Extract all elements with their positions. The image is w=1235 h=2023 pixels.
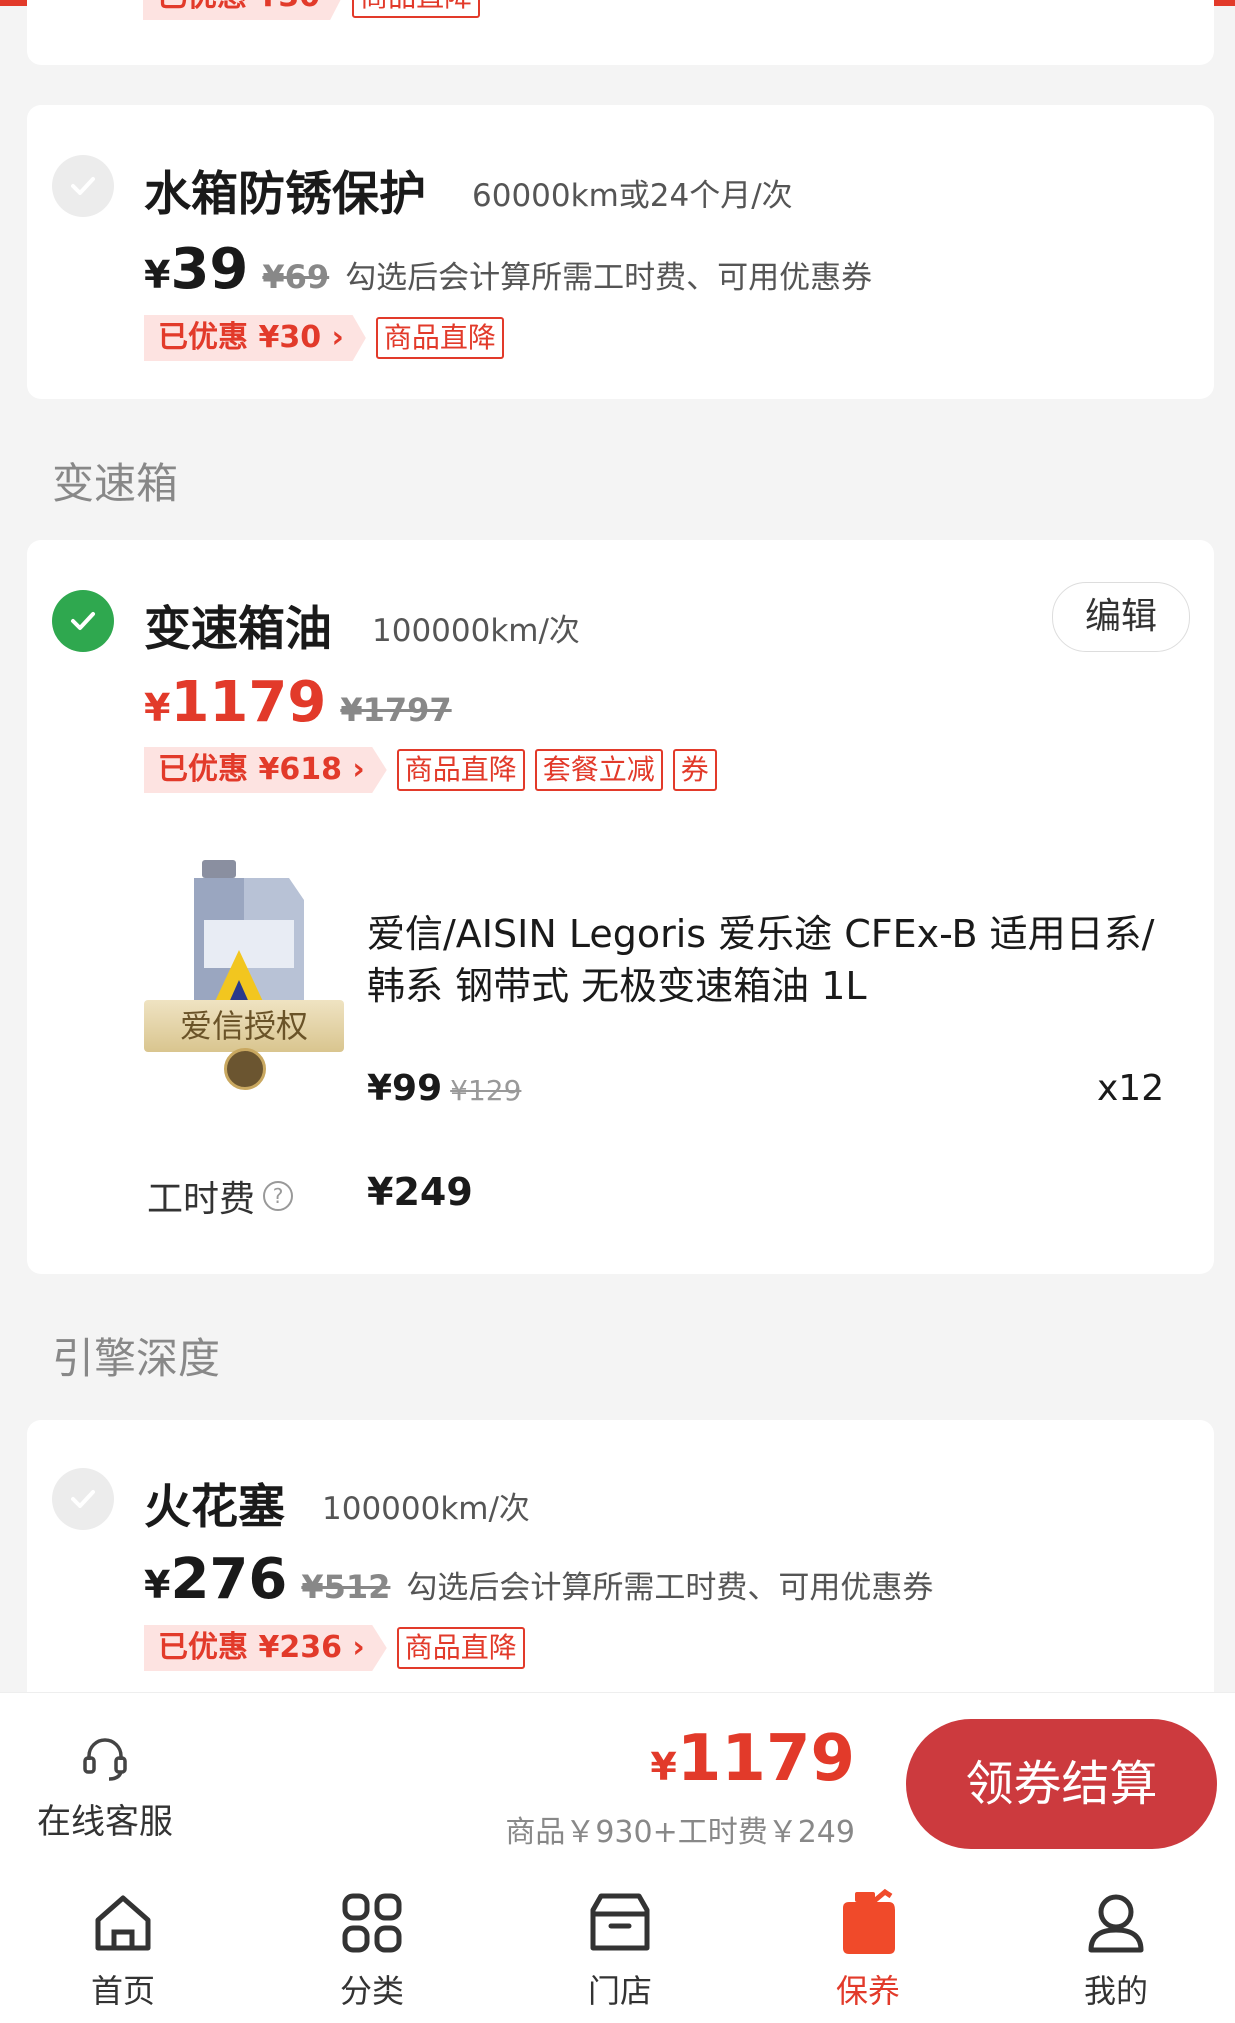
- section-header-transmission: 变速箱: [52, 459, 179, 508]
- labor-fee-price: ¥249: [367, 1170, 473, 1214]
- nav-store[interactable]: 门店: [560, 1888, 680, 2012]
- product-quantity: x12: [1097, 1068, 1165, 1109]
- original-price: ¥1797: [340, 691, 452, 729]
- divider: [0, 1692, 1235, 1693]
- user-icon: [1088, 1894, 1144, 1953]
- item-hint: 勾选后会计算所需工时费、可用优惠券: [345, 260, 873, 296]
- tag-direct-discount: 商品直降: [352, 0, 481, 18]
- item-interval: 100000km/次: [322, 1491, 530, 1527]
- check-icon: [71, 612, 95, 630]
- tag-package-discount: 套餐立减: [534, 749, 663, 791]
- item-card-gearbox: 变速箱油 100000km/次 编辑 ¥1179 ¥1797 已优惠 ¥618 …: [27, 540, 1214, 1274]
- product-price-row: ¥99 ¥129: [367, 1068, 521, 1109]
- nav-store-label: 门店: [587, 1972, 652, 2010]
- online-service-label: 在线客服: [37, 1802, 173, 1842]
- tag-direct-discount: 商品直降: [375, 317, 504, 359]
- select-checkbox[interactable]: [52, 1468, 114, 1530]
- item-price: ¥276: [144, 1547, 288, 1612]
- edit-button[interactable]: 编辑: [1052, 582, 1190, 652]
- check-icon: [71, 1490, 95, 1508]
- item-title: 变速箱油: [144, 602, 332, 657]
- item-tags: 已优惠 ¥236 › 商品直降: [144, 1625, 525, 1671]
- store-icon: [590, 1893, 650, 1951]
- check-icon: [71, 177, 95, 195]
- home-icon: [95, 1895, 151, 1951]
- original-price: ¥69: [262, 258, 330, 296]
- headset-icon: [83, 1738, 127, 1781]
- item-tags: 已优惠 ¥30 › 商品直降: [144, 315, 504, 361]
- badge-medal-icon: [224, 1048, 266, 1090]
- nav-home-label: 首页: [90, 1972, 155, 2010]
- price-row: ¥1179 ¥1797: [144, 675, 452, 731]
- select-checkbox[interactable]: [52, 590, 114, 652]
- checkout-button[interactable]: 领券结算: [906, 1719, 1217, 1849]
- section-header-engine: 引擎深度: [52, 1334, 221, 1383]
- nav-category[interactable]: 分类: [312, 1888, 432, 2012]
- nav-maintenance[interactable]: 保养: [808, 1888, 928, 2012]
- item-card-radiator: 水箱防锈保护 60000km或24个月/次 ¥39 ¥69 勾选后会计算所需工时…: [27, 105, 1214, 399]
- tag-direct-discount: 商品直降: [396, 1627, 525, 1669]
- online-service-button[interactable]: 在线客服: [30, 1732, 180, 1843]
- product-name[interactable]: 爱信/AISIN Legoris 爱乐途 CFEx-B 适用日系/韩系 钢带式 …: [367, 908, 1187, 1012]
- item-card-spark-plug: 火花塞 100000km/次 ¥276 ¥512 勾选后会计算所需工时费、可用优…: [27, 1420, 1214, 1720]
- item-interval: 60000km或24个月/次: [472, 178, 793, 214]
- item-title: 火花塞: [144, 1480, 285, 1535]
- select-checkbox[interactable]: [52, 155, 114, 217]
- item-title: 水箱防锈保护: [144, 167, 426, 222]
- tag-coupon: 券: [672, 749, 717, 791]
- discount-badge[interactable]: 已优惠 ¥30 ›: [144, 315, 366, 361]
- nav-mine-label: 我的: [1083, 1972, 1148, 2010]
- item-tags: 已优惠 ¥618 › 商品直降 套餐立减 券: [144, 747, 717, 793]
- price-row: ¥276 ¥512 勾选后会计算所需工时费、可用优惠券: [144, 1552, 933, 1608]
- labor-fee-label: 工时费 ?: [147, 1170, 294, 1222]
- item-interval: 100000km/次: [372, 613, 580, 649]
- nav-home[interactable]: 首页: [63, 1888, 183, 2012]
- discount-badge[interactable]: 已优惠 ¥236 ›: [144, 1625, 387, 1671]
- help-icon[interactable]: ?: [263, 1181, 294, 1211]
- oil-can-icon: [843, 1888, 895, 1954]
- total-price: ¥1179: [650, 1722, 855, 1796]
- item-hint: 勾选后会计算所需工时费、可用优惠券: [406, 1570, 934, 1606]
- nav-mine[interactable]: 我的: [1056, 1888, 1176, 2012]
- product-price: ¥99: [367, 1068, 443, 1109]
- product-original-price: ¥129: [450, 1074, 522, 1107]
- item-price: ¥1179: [144, 670, 327, 735]
- nav-maintenance-label: 保养: [835, 1972, 900, 2010]
- product-image[interactable]: 爱信授权: [144, 860, 344, 1090]
- previous-item-tags: 已优惠 ¥30 商品直降: [143, 0, 481, 20]
- price-row: ¥39 ¥69 勾选后会计算所需工时费、可用优惠券: [144, 242, 872, 298]
- previous-item-card: 已优惠 ¥30 商品直降: [27, 0, 1214, 65]
- authorized-badge: 爱信授权: [144, 1000, 344, 1052]
- nav-category-label: 分类: [339, 1972, 404, 2010]
- item-price: ¥39: [144, 237, 249, 302]
- grid-icon: [342, 1893, 402, 1953]
- original-price: ¥512: [301, 1568, 391, 1606]
- discount-badge[interactable]: 已优惠 ¥30: [143, 0, 343, 20]
- discount-badge[interactable]: 已优惠 ¥618 ›: [144, 747, 387, 793]
- price-breakdown: 商品￥930+工时费￥249: [505, 1815, 855, 1850]
- tag-direct-discount: 商品直降: [396, 749, 525, 791]
